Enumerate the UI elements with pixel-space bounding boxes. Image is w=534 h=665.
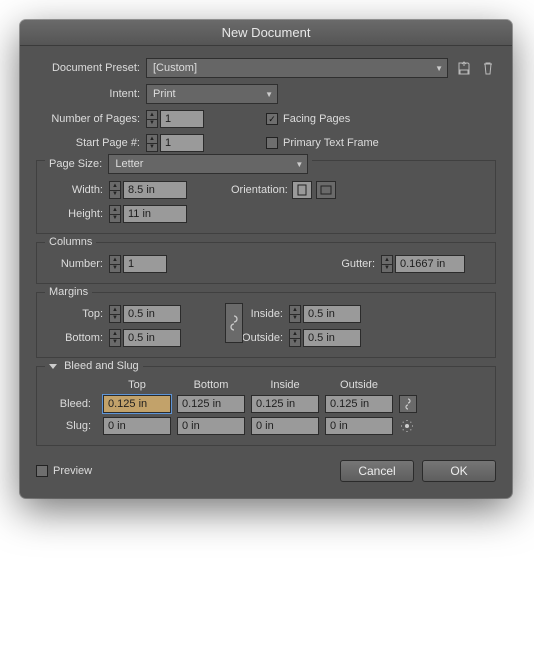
intent-select[interactable]: Print ▼	[146, 84, 278, 104]
trash-icon[interactable]	[480, 60, 496, 76]
slug-inside-field[interactable]: 0 in	[251, 417, 319, 435]
page-size-value: Letter	[115, 158, 143, 170]
columns-group-label: Columns	[45, 236, 96, 248]
ok-button[interactable]: OK	[422, 460, 496, 482]
margin-top-field[interactable]: 0.5 in	[123, 305, 181, 323]
columns-number-field[interactable]: 1	[123, 255, 167, 273]
start-page-label: Start Page #:	[36, 137, 146, 149]
bleed-slug-group: Bleed and Slug Top Bottom Inside Outside…	[36, 366, 496, 446]
window-title: New Document	[222, 25, 311, 40]
primary-text-frame-label: Primary Text Frame	[283, 137, 379, 149]
slug-outside-field[interactable]: 0 in	[325, 417, 393, 435]
page-size-select[interactable]: Letter ▼	[108, 154, 308, 174]
margins-link-icon[interactable]	[225, 303, 243, 343]
margin-bottom-field[interactable]: 0.5 in	[123, 329, 181, 347]
columns-group: Columns Number: ▲▼ 1 Gutter: ▲▼ 0.1667 i…	[36, 242, 496, 284]
document-preset-label: Document Preset:	[36, 62, 146, 74]
bleed-label: Bleed:	[47, 398, 97, 410]
columns-number-stepper[interactable]: ▲▼	[109, 255, 121, 273]
margin-top-label: Top:	[47, 308, 109, 320]
gutter-stepper[interactable]: ▲▼	[381, 255, 393, 273]
width-field[interactable]: 8.5 in	[123, 181, 187, 199]
chevron-down-icon: ▼	[265, 90, 273, 99]
margin-inside-field[interactable]: 0.5 in	[303, 305, 361, 323]
landscape-icon[interactable]	[316, 181, 336, 199]
bleed-header-outside: Outside	[325, 379, 393, 391]
margin-inside-stepper[interactable]: ▲▼	[289, 305, 301, 323]
bleed-header-inside: Inside	[251, 379, 319, 391]
height-field[interactable]: 11 in	[123, 205, 187, 223]
facing-pages-checkbox[interactable]: ✓	[266, 113, 278, 125]
cancel-button[interactable]: Cancel	[340, 460, 414, 482]
document-preset-select[interactable]: [Custom] ▼	[146, 58, 448, 78]
margin-inside-label: Inside:	[237, 308, 289, 320]
bleed-header-bottom: Bottom	[177, 379, 245, 391]
chevron-down-icon: ▼	[435, 64, 443, 73]
slug-label: Slug:	[47, 420, 97, 432]
preview-checkbox[interactable]	[36, 465, 48, 477]
preview-label: Preview	[53, 465, 92, 477]
gutter-field[interactable]: 0.1667 in	[395, 255, 465, 273]
width-label: Width:	[47, 184, 109, 196]
slug-bottom-field[interactable]: 0 in	[177, 417, 245, 435]
margin-outside-field[interactable]: 0.5 in	[303, 329, 361, 347]
margin-top-stepper[interactable]: ▲▼	[109, 305, 121, 323]
height-label: Height:	[47, 208, 109, 220]
chevron-down-icon: ▼	[295, 160, 303, 169]
portrait-icon[interactable]	[292, 181, 312, 199]
margins-group-label: Margins	[45, 286, 92, 298]
slug-top-field[interactable]: 0 in	[103, 417, 171, 435]
start-page-stepper[interactable]: ▲▼	[146, 134, 158, 152]
slug-link-icon[interactable]	[399, 418, 415, 434]
width-stepper[interactable]: ▲▼	[109, 181, 121, 199]
margins-group: Margins Top: ▲▼ 0.5 in Inside: ▲▼ 0.5 in…	[36, 292, 496, 358]
number-of-pages-field[interactable]: 1	[160, 110, 204, 128]
height-stepper[interactable]: ▲▼	[109, 205, 121, 223]
pages-stepper[interactable]: ▲▼	[146, 110, 158, 128]
disclosure-triangle-icon[interactable]	[49, 364, 57, 369]
columns-number-label: Number:	[47, 258, 109, 270]
number-of-pages-label: Number of Pages:	[36, 113, 146, 125]
bleed-bottom-field[interactable]: 0.125 in	[177, 395, 245, 413]
start-page-field[interactable]: 1	[160, 134, 204, 152]
margin-outside-label: Outside:	[237, 332, 289, 344]
orientation-label: Orientation:	[231, 184, 288, 196]
margin-bottom-stepper[interactable]: ▲▼	[109, 329, 121, 347]
page-size-group: Page Size: Letter ▼ Width: ▲▼ 8.5 in Ori…	[36, 160, 496, 234]
new-document-dialog: New Document Document Preset: [Custom] ▼…	[20, 20, 512, 498]
bleed-link-icon[interactable]	[399, 395, 417, 413]
margin-bottom-label: Bottom:	[47, 332, 109, 344]
bleed-header-top: Top	[103, 379, 171, 391]
intent-value: Print	[153, 88, 176, 100]
page-size-label: Page Size:	[49, 158, 102, 170]
save-preset-icon[interactable]	[456, 60, 472, 76]
dialog-content: Document Preset: [Custom] ▼ Intent: Prin…	[20, 46, 512, 498]
document-preset-value: [Custom]	[153, 62, 197, 74]
titlebar: New Document	[20, 20, 512, 46]
bleed-inside-field[interactable]: 0.125 in	[251, 395, 319, 413]
gutter-label: Gutter:	[341, 258, 381, 270]
facing-pages-label: Facing Pages	[283, 113, 350, 125]
bleed-top-field[interactable]: 0.125 in	[103, 395, 171, 413]
bleed-slug-group-label: Bleed and Slug	[45, 360, 143, 372]
primary-text-frame-checkbox[interactable]	[266, 137, 278, 149]
margin-outside-stepper[interactable]: ▲▼	[289, 329, 301, 347]
bleed-outside-field[interactable]: 0.125 in	[325, 395, 393, 413]
intent-label: Intent:	[36, 88, 146, 100]
